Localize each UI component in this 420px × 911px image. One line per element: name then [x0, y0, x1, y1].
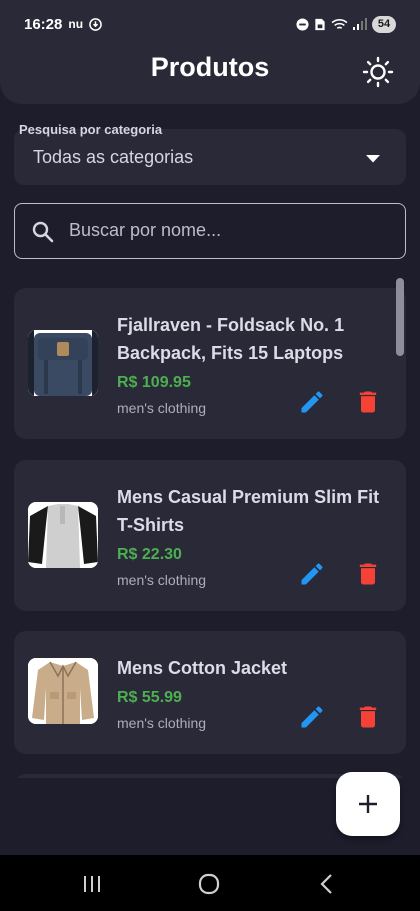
battery-indicator: 54	[372, 15, 396, 33]
trash-icon[interactable]	[354, 388, 382, 416]
product-category: men's clothing	[117, 400, 207, 416]
page-title: Produtos	[150, 52, 270, 82]
carrier-label: nu	[68, 17, 84, 31]
search-input[interactable]	[69, 204, 389, 257]
signal-icon	[353, 18, 367, 30]
product-title: Fjallraven - Foldsack No. 1 Backpack, Fi…	[117, 315, 345, 363]
product-title: Mens Casual Premium Slim Fit T-Shirts	[117, 487, 380, 535]
system-nav-bar	[0, 855, 420, 911]
home-icon[interactable]	[196, 871, 222, 897]
product-category: men's clothing	[117, 572, 207, 588]
status-time: 16:28	[24, 15, 63, 33]
caret-down-icon	[366, 155, 380, 163]
download-icon	[89, 17, 102, 31]
search-field[interactable]	[14, 203, 406, 259]
product-image	[28, 658, 98, 724]
product-list[interactable]: Fjallraven - Foldsack No. 1 Backpack, Fi…	[0, 278, 420, 778]
recent-apps-icon[interactable]	[79, 871, 105, 897]
product-image	[28, 502, 98, 568]
status-bar: 16:28 nu 54	[0, 0, 420, 48]
product-image	[28, 330, 98, 396]
product-title: Mens Cotton Jacket	[117, 658, 288, 678]
jacket-image	[28, 658, 98, 724]
category-label: Pesquisa por categoria	[19, 122, 163, 137]
add-product-button[interactable]	[336, 772, 400, 836]
app-header: 16:28 nu 54 Produtos	[0, 0, 420, 104]
pencil-icon[interactable]	[298, 388, 326, 416]
status-right: 54	[296, 15, 396, 33]
product-card[interactable]: Mens Casual Premium Slim Fit T-Shirts R$…	[14, 460, 406, 611]
back-icon[interactable]	[314, 871, 340, 897]
product-price: R$ 22.30	[117, 546, 182, 563]
search-icon	[32, 221, 54, 243]
category-dropdown[interactable]: Todas as categorias	[14, 129, 406, 185]
plus-icon	[359, 795, 377, 813]
product-price: R$ 55.99	[117, 689, 182, 706]
backpack-image	[28, 330, 98, 396]
trash-icon[interactable]	[354, 560, 382, 588]
trash-icon[interactable]	[354, 703, 382, 731]
tshirt-image	[28, 502, 98, 568]
list-scrollbar[interactable]	[396, 278, 404, 356]
category-selected: Todas as categorias	[33, 147, 194, 167]
product-card[interactable]: Mens Cotton Jacket R$ 55.99 men's clothi…	[14, 631, 406, 754]
status-left: 16:28 nu	[24, 16, 102, 33]
pencil-icon[interactable]	[298, 560, 326, 588]
product-category: men's clothing	[117, 715, 207, 731]
product-price: R$ 109.95	[117, 374, 191, 391]
pencil-icon[interactable]	[298, 703, 326, 731]
product-card[interactable]: Fjallraven - Foldsack No. 1 Backpack, Fi…	[14, 288, 406, 439]
sun-icon[interactable]	[362, 56, 394, 88]
sim-icon	[315, 18, 325, 30]
dnd-icon	[296, 17, 309, 31]
wifi-icon	[331, 18, 348, 29]
